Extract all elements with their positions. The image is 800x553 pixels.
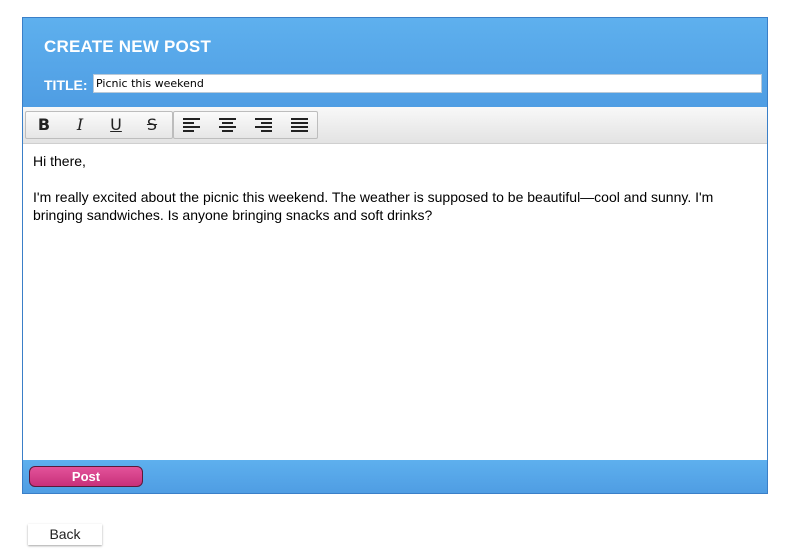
italic-button[interactable]: I <box>62 112 98 138</box>
strikethrough-icon: S <box>146 115 158 134</box>
underline-button[interactable]: U <box>98 112 134 138</box>
format-button-group: B I U S <box>25 111 173 139</box>
bold-icon: B <box>37 115 51 134</box>
align-left-button[interactable] <box>174 112 210 138</box>
align-justify-button[interactable] <box>281 112 317 138</box>
italic-icon: I <box>76 115 84 134</box>
create-post-panel: CREATE NEW POST TITLE: B I U S <box>22 17 768 494</box>
align-right-icon <box>254 118 272 132</box>
post-body-editor[interactable]: Hi there, I'm really excited about the p… <box>23 144 767 460</box>
align-center-icon <box>219 118 237 132</box>
bold-button[interactable]: B <box>26 112 62 138</box>
align-right-button[interactable] <box>246 112 282 138</box>
editor-toolbar: B I U S <box>23 107 767 144</box>
align-center-button[interactable] <box>210 112 246 138</box>
align-justify-icon <box>290 118 308 132</box>
strikethrough-button[interactable]: S <box>134 112 170 138</box>
title-input[interactable] <box>93 74 762 93</box>
body-text: I'm really excited about the picnic this… <box>33 189 714 223</box>
post-button[interactable]: Post <box>29 466 143 487</box>
greeting-text: Hi there, <box>33 153 86 169</box>
panel-header: CREATE NEW POST TITLE: <box>23 18 767 107</box>
page-title: CREATE NEW POST <box>44 37 212 56</box>
panel-footer: Post <box>23 460 767 493</box>
title-label: TITLE: <box>44 77 88 93</box>
underline-icon: U <box>110 115 122 134</box>
align-button-group <box>173 111 318 139</box>
align-left-icon <box>183 118 201 132</box>
back-button[interactable]: Back <box>28 524 102 545</box>
